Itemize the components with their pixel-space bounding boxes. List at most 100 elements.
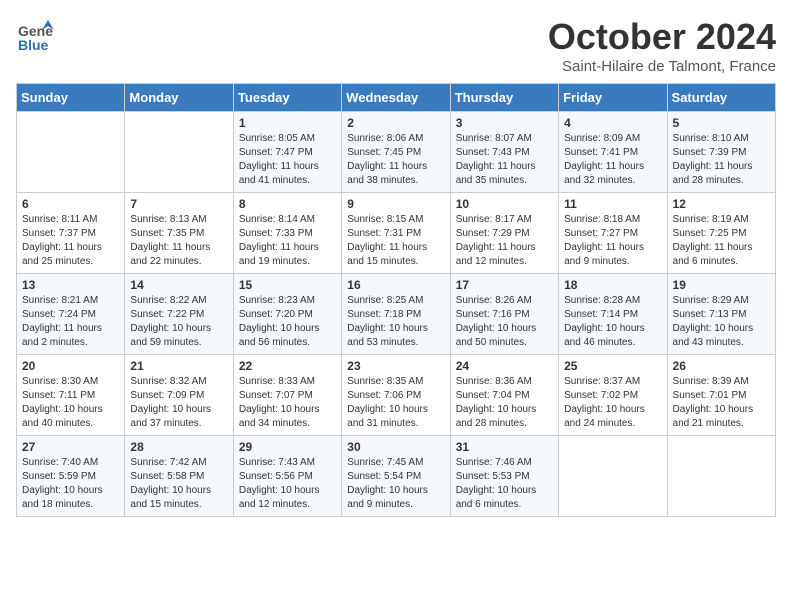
day-number: 1: [239, 116, 336, 130]
day-number: 20: [22, 359, 119, 373]
day-number: 28: [130, 440, 227, 454]
header-sunday: Sunday: [17, 84, 125, 112]
day-content: Sunrise: 8:22 AM Sunset: 7:22 PM Dayligh…: [130, 294, 227, 350]
day-content: Sunrise: 7:40 AM Sunset: 5:59 PM Dayligh…: [22, 456, 119, 512]
calendar-cell: 27 Sunrise: 7:40 AM Sunset: 5:59 PM Dayli…: [17, 436, 125, 517]
day-number: 23: [347, 359, 444, 373]
day-content: Sunrise: 7:43 AM Sunset: 5:56 PM Dayligh…: [239, 456, 336, 512]
calendar-cell: [559, 436, 667, 517]
month-title: October 2024: [548, 16, 776, 58]
calendar-cell: 26Sunrise: 8:39 AM Sunset: 7:01 PM Dayli…: [667, 355, 775, 436]
calendar-cell: [17, 112, 125, 193]
calendar-cell: 17Sunrise: 8:26 AM Sunset: 7:16 PM Dayli…: [450, 274, 558, 355]
calendar-cell: 19 Sunrise: 8:29 AM Sunset: 7:13 PM Dayli…: [667, 274, 775, 355]
day-number: 6: [22, 197, 119, 211]
calendar-cell: 8 Sunrise: 8:14 AM Sunset: 7:33 PM Daylig…: [233, 193, 341, 274]
day-number: 13: [22, 278, 119, 292]
calendar-cell: 18 Sunrise: 8:28 AM Sunset: 7:14 PM Dayli…: [559, 274, 667, 355]
header-saturday: Saturday: [667, 84, 775, 112]
logo-icon: General Blue: [16, 16, 54, 54]
day-content: Sunrise: 8:35 AM Sunset: 7:06 PM Dayligh…: [347, 375, 444, 431]
day-number: 24: [456, 359, 553, 373]
day-number: 22: [239, 359, 336, 373]
day-number: 15: [239, 278, 336, 292]
day-number: 4: [564, 116, 661, 130]
day-content: Sunrise: 7:42 AM Sunset: 5:58 PM Dayligh…: [130, 456, 227, 512]
day-content: Sunrise: 7:45 AM Sunset: 5:54 PM Dayligh…: [347, 456, 444, 512]
day-number: 18: [564, 278, 661, 292]
calendar-header-row: SundayMondayTuesdayWednesdayThursdayFrid…: [17, 84, 776, 112]
day-content: Sunrise: 8:14 AM Sunset: 7:33 PM Dayligh…: [239, 213, 336, 269]
day-number: 16: [347, 278, 444, 292]
header-thursday: Thursday: [450, 84, 558, 112]
title-block: October 2024 Saint-Hilaire de Talmont, F…: [548, 16, 776, 75]
calendar-cell: 3 Sunrise: 8:07 AM Sunset: 7:43 PM Daylig…: [450, 112, 558, 193]
day-content: Sunrise: 8:06 AM Sunset: 7:45 PM Dayligh…: [347, 132, 444, 188]
calendar-cell: [667, 436, 775, 517]
logo: General Blue: [16, 16, 54, 59]
header: General Blue October 2024 Saint-Hilaire …: [16, 16, 776, 75]
calendar-cell: 16 Sunrise: 8:25 AM Sunset: 7:18 PM Dayli…: [342, 274, 450, 355]
calendar-cell: 7Sunrise: 8:13 AM Sunset: 7:35 PM Daylig…: [125, 193, 233, 274]
day-content: Sunrise: 8:37 AM Sunset: 7:02 PM Dayligh…: [564, 375, 661, 431]
calendar-cell: 9Sunrise: 8:15 AM Sunset: 7:31 PM Daylig…: [342, 193, 450, 274]
day-content: Sunrise: 8:09 AM Sunset: 7:41 PM Dayligh…: [564, 132, 661, 188]
calendar-cell: 2Sunrise: 8:06 AM Sunset: 7:45 PM Daylig…: [342, 112, 450, 193]
calendar-cell: [125, 112, 233, 193]
calendar-cell: 29 Sunrise: 7:43 AM Sunset: 5:56 PM Dayli…: [233, 436, 341, 517]
day-number: 8: [239, 197, 336, 211]
calendar-week-2: 6 Sunrise: 8:11 AM Sunset: 7:37 PM Daylig…: [17, 193, 776, 274]
calendar-cell: 11 Sunrise: 8:18 AM Sunset: 7:27 PM Dayli…: [559, 193, 667, 274]
day-content: Sunrise: 8:36 AM Sunset: 7:04 PM Dayligh…: [456, 375, 553, 431]
day-number: 9: [347, 197, 444, 211]
calendar-cell: 23 Sunrise: 8:35 AM Sunset: 7:06 PM Dayli…: [342, 355, 450, 436]
calendar-cell: 28 Sunrise: 7:42 AM Sunset: 5:58 PM Dayli…: [125, 436, 233, 517]
calendar-week-4: 20 Sunrise: 8:30 AM Sunset: 7:11 PM Dayli…: [17, 355, 776, 436]
calendar-cell: 6 Sunrise: 8:11 AM Sunset: 7:37 PM Daylig…: [17, 193, 125, 274]
calendar-cell: 1Sunrise: 8:05 AM Sunset: 7:47 PM Daylig…: [233, 112, 341, 193]
day-number: 27: [22, 440, 119, 454]
calendar-cell: 10 Sunrise: 8:17 AM Sunset: 7:29 PM Dayli…: [450, 193, 558, 274]
day-number: 31: [456, 440, 553, 454]
day-content: Sunrise: 8:18 AM Sunset: 7:27 PM Dayligh…: [564, 213, 661, 269]
calendar-cell: 4 Sunrise: 8:09 AM Sunset: 7:41 PM Daylig…: [559, 112, 667, 193]
calendar-cell: 30Sunrise: 7:45 AM Sunset: 5:54 PM Dayli…: [342, 436, 450, 517]
day-number: 5: [673, 116, 770, 130]
day-content: Sunrise: 8:21 AM Sunset: 7:24 PM Dayligh…: [22, 294, 119, 350]
day-number: 21: [130, 359, 227, 373]
day-content: Sunrise: 8:17 AM Sunset: 7:29 PM Dayligh…: [456, 213, 553, 269]
header-wednesday: Wednesday: [342, 84, 450, 112]
day-number: 12: [673, 197, 770, 211]
calendar-cell: 5 Sunrise: 8:10 AM Sunset: 7:39 PM Daylig…: [667, 112, 775, 193]
day-content: Sunrise: 7:46 AM Sunset: 5:53 PM Dayligh…: [456, 456, 553, 512]
day-content: Sunrise: 8:23 AM Sunset: 7:20 PM Dayligh…: [239, 294, 336, 350]
day-number: 29: [239, 440, 336, 454]
day-number: 26: [673, 359, 770, 373]
day-content: Sunrise: 8:30 AM Sunset: 7:11 PM Dayligh…: [22, 375, 119, 431]
svg-text:Blue: Blue: [18, 37, 49, 53]
day-number: 10: [456, 197, 553, 211]
day-number: 3: [456, 116, 553, 130]
day-content: Sunrise: 8:07 AM Sunset: 7:43 PM Dayligh…: [456, 132, 553, 188]
calendar-cell: 21Sunrise: 8:32 AM Sunset: 7:09 PM Dayli…: [125, 355, 233, 436]
day-number: 25: [564, 359, 661, 373]
day-content: Sunrise: 8:13 AM Sunset: 7:35 PM Dayligh…: [130, 213, 227, 269]
day-number: 19: [673, 278, 770, 292]
day-number: 11: [564, 197, 661, 211]
calendar-table: SundayMondayTuesdayWednesdayThursdayFrid…: [16, 83, 776, 517]
day-content: Sunrise: 8:10 AM Sunset: 7:39 PM Dayligh…: [673, 132, 770, 188]
header-friday: Friday: [559, 84, 667, 112]
location-subtitle: Saint-Hilaire de Talmont, France: [548, 58, 776, 75]
day-content: Sunrise: 8:25 AM Sunset: 7:18 PM Dayligh…: [347, 294, 444, 350]
day-content: Sunrise: 8:11 AM Sunset: 7:37 PM Dayligh…: [22, 213, 119, 269]
header-tuesday: Tuesday: [233, 84, 341, 112]
calendar-cell: 14 Sunrise: 8:22 AM Sunset: 7:22 PM Dayli…: [125, 274, 233, 355]
day-content: Sunrise: 8:29 AM Sunset: 7:13 PM Dayligh…: [673, 294, 770, 350]
calendar-body: 1Sunrise: 8:05 AM Sunset: 7:47 PM Daylig…: [17, 112, 776, 517]
header-monday: Monday: [125, 84, 233, 112]
calendar-cell: 20 Sunrise: 8:30 AM Sunset: 7:11 PM Dayli…: [17, 355, 125, 436]
day-number: 14: [130, 278, 227, 292]
day-content: Sunrise: 8:28 AM Sunset: 7:14 PM Dayligh…: [564, 294, 661, 350]
calendar-cell: 12Sunrise: 8:19 AM Sunset: 7:25 PM Dayli…: [667, 193, 775, 274]
calendar-week-3: 13 Sunrise: 8:21 AM Sunset: 7:24 PM Dayli…: [17, 274, 776, 355]
